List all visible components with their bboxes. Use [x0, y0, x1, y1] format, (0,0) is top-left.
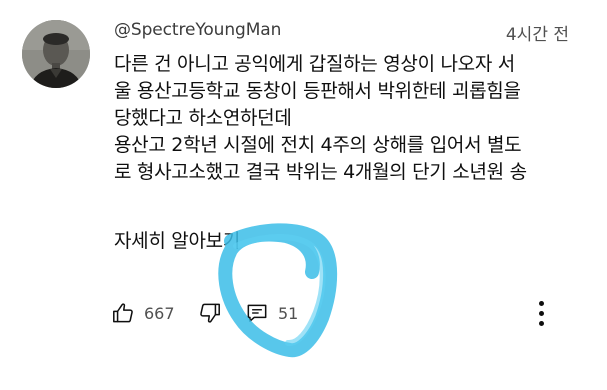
comment-text-line: 용산고 2학년 시절에 전치 4주의 상해를 입어서 별도: [114, 134, 522, 156]
comment-text-line: 로 형사고소했고 결국 박위는 4개월의 단기 소년원 송: [114, 161, 527, 183]
comment-text-line: 다른 건 아니고 공익에게 갑질하는 영상이 나오자 서: [114, 53, 515, 75]
more-vertical-icon: [538, 310, 544, 316]
comment-text-line: 울 용산고등학교 동창이 등판해서 박위한테 괴롭힘을: [114, 80, 521, 102]
comment-thread-item: @SpectreYoungMan 4시간 전 다른 건 아니고 공익에게 갑질하…: [0, 0, 607, 390]
read-more-link[interactable]: 자세히 알아보기: [114, 226, 240, 253]
comment-timestamp[interactable]: 4시간 전: [506, 20, 569, 45]
comment-action-bar: 667 51: [110, 297, 570, 329]
reply-button[interactable]: 51: [244, 297, 298, 329]
comment-text-line: 당했다고 하소연하던데: [114, 107, 292, 129]
thumbs-down-icon: [200, 303, 220, 323]
avatar-photo: [22, 20, 90, 88]
like-button[interactable]: 667: [110, 297, 175, 329]
like-count: 667: [144, 303, 175, 323]
avatar[interactable]: [22, 20, 90, 88]
more-vertical-icon: [538, 300, 544, 306]
comment-text: 다른 건 아니고 공익에게 갑질하는 영상이 나오자 서 울 용산고등학교 동창…: [114, 51, 584, 186]
comment-author[interactable]: @SpectreYoungMan: [114, 20, 281, 40]
thumbs-up-icon: [113, 303, 133, 323]
more-vertical-icon: [538, 320, 544, 326]
reply-count: 51: [278, 303, 299, 323]
dislike-button[interactable]: [197, 297, 223, 329]
more-options-button[interactable]: [527, 296, 555, 330]
comment-bubble-icon: [247, 304, 267, 322]
